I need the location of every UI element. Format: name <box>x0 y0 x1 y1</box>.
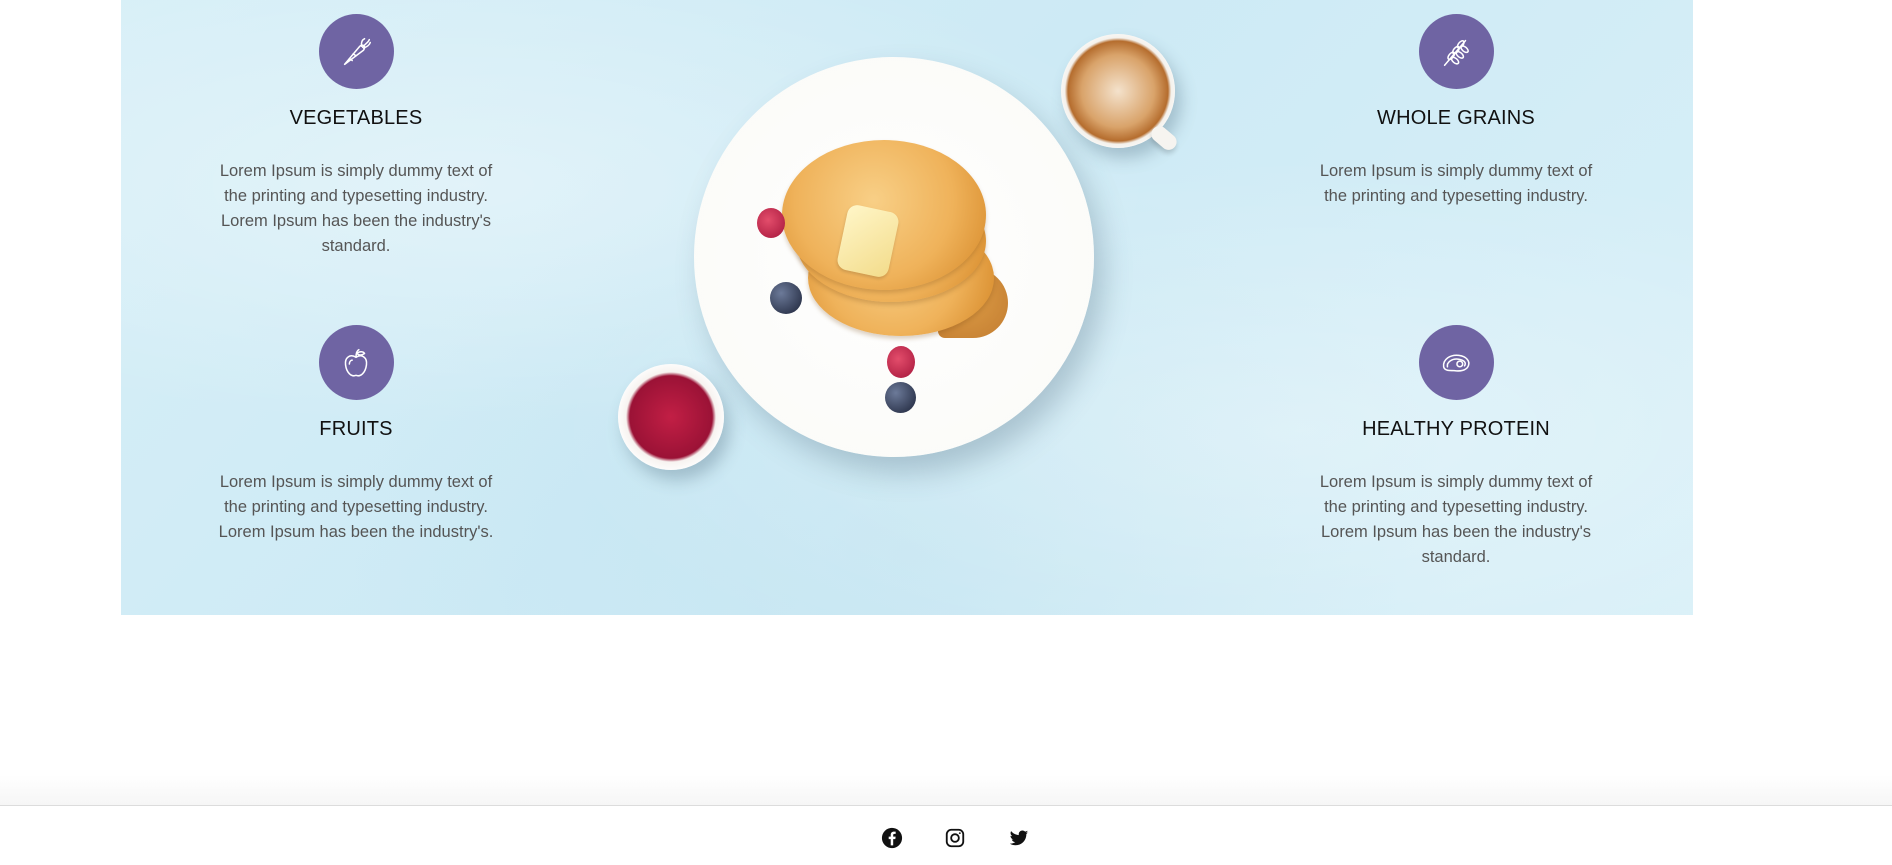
jam-bowl <box>618 364 724 470</box>
feature-healthy-protein: HEALTHY PROTEIN Lorem Ipsum is simply du… <box>1306 325 1606 570</box>
feature-whole-grains: WHOLE GRAINS Lorem Ipsum is simply dummy… <box>1306 14 1606 209</box>
apple-icon <box>318 325 394 400</box>
feature-title: WHOLE GRAINS <box>1377 107 1535 129</box>
blueberry <box>770 282 802 314</box>
feature-title: VEGETABLES <box>289 107 423 129</box>
feature-description: Lorem Ipsum is simply dummy text of the … <box>219 162 493 255</box>
feature-vegetables: VEGETABLES Lorem Ipsum is simply dummy t… <box>206 14 506 259</box>
feature-fruits: FRUITS Lorem Ipsum is simply dummy text … <box>206 325 506 545</box>
steak-icon <box>1418 325 1494 400</box>
footer-divider <box>0 805 1892 806</box>
feature-description: Lorem Ipsum is simply dummy text of the … <box>1319 473 1593 566</box>
footer-shadow <box>0 775 1892 805</box>
wheat-icon <box>1418 14 1494 89</box>
raspberry <box>757 208 785 238</box>
raspberry <box>887 346 915 378</box>
feature-description: Lorem Ipsum is simply dummy text of the … <box>1319 162 1593 205</box>
feature-description: Lorem Ipsum is simply dummy text of the … <box>218 473 494 541</box>
facebook-icon[interactable] <box>879 825 905 851</box>
blueberry <box>885 382 916 413</box>
instagram-icon[interactable] <box>942 825 968 851</box>
feature-title: HEALTHY PROTEIN <box>1362 418 1550 440</box>
feature-title: FRUITS <box>319 418 393 440</box>
carrot-icon <box>318 14 394 89</box>
twitter-icon[interactable] <box>1006 825 1032 851</box>
